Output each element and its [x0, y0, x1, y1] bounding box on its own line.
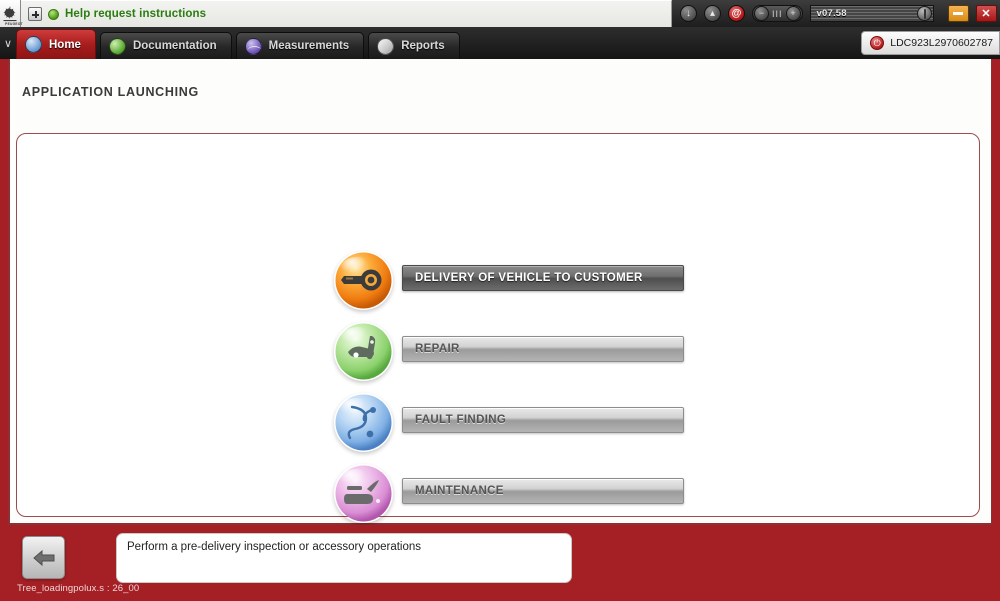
- menu-item-maintenance[interactable]: MAINTENANCE: [334, 464, 684, 523]
- green-wrench-orb-icon[interactable]: [334, 322, 393, 381]
- page-next-button[interactable]: +: [785, 6, 801, 21]
- launcher-panel: DELIVERY OF VEHICLE TO CUSTOMER REPAIR F…: [16, 133, 980, 522]
- toolbar: ↓ ▴ @ − III + v07.58 ✕: [672, 0, 1000, 27]
- close-icon: ✕: [981, 8, 991, 20]
- tab-reports-label: Reports: [401, 40, 445, 52]
- document-green-icon: [107, 36, 128, 56]
- minimize-button[interactable]: [947, 5, 969, 22]
- menu-label-repair: REPAIR: [415, 343, 460, 355]
- application-window: PEUGEOT Help request instructions ↓ ▴ @ …: [0, 0, 1000, 601]
- tab-documentation-label: Documentation: [132, 40, 217, 52]
- peugeot-lion-logo: PEUGEOT: [0, 0, 23, 27]
- menu-bar-fault-finding[interactable]: FAULT FINDING: [402, 407, 684, 433]
- hint-text-box: Perform a pre-delivery inspection or acc…: [116, 533, 572, 583]
- title-bar: PEUGEOT Help request instructions ↓ ▴ @ …: [0, 0, 1000, 27]
- page-title: APPLICATION LAUNCHING: [22, 85, 199, 99]
- version-slider[interactable]: v07.58: [809, 5, 934, 22]
- download-arrow-icon[interactable]: ↓: [680, 5, 697, 22]
- tab-measurements-label: Measurements: [268, 40, 350, 52]
- menu-bar-repair[interactable]: REPAIR: [402, 336, 684, 362]
- flame-icon[interactable]: ▴: [704, 5, 721, 22]
- at-icon[interactable]: @: [728, 5, 745, 22]
- tab-measurements[interactable]: Measurements: [235, 32, 365, 59]
- blue-stethoscope-orb-icon[interactable]: [334, 393, 393, 452]
- footer-bar: Perform a pre-delivery inspection or acc…: [0, 525, 1000, 601]
- vehicle-vin-label: LDC923L2970602787: [890, 37, 993, 49]
- orange-key-orb-icon[interactable]: [334, 251, 393, 310]
- green-status-dot-icon: [48, 8, 59, 20]
- menu-label-maintenance: MAINTENANCE: [415, 485, 504, 497]
- page-prev-button[interactable]: −: [754, 6, 769, 21]
- close-button[interactable]: ✕: [975, 5, 997, 22]
- status-text: Tree_loadingpolux.s : 26_00: [17, 583, 140, 594]
- menu-bar-maintenance[interactable]: MAINTENANCE: [402, 478, 684, 504]
- menu-item-fault-finding[interactable]: FAULT FINDING: [334, 393, 684, 452]
- purple-oilcan-orb-icon[interactable]: [334, 464, 393, 523]
- menu-label-fault-finding: FAULT FINDING: [415, 414, 507, 426]
- menu-item-repair[interactable]: REPAIR: [334, 322, 684, 381]
- page-navigator[interactable]: − III +: [752, 5, 803, 22]
- menu-label-delivery: DELIVERY OF VEHICLE TO CUSTOMER: [415, 272, 643, 284]
- brand-wordmark: PEUGEOT: [5, 22, 23, 26]
- waveform-icon: [244, 37, 262, 55]
- menu-bar-delivery[interactable]: DELIVERY OF VEHICLE TO CUSTOMER: [402, 265, 684, 291]
- help-request-label: Help request instructions: [65, 8, 207, 20]
- tab-reports[interactable]: Reports: [368, 32, 460, 59]
- back-arrow-icon: [32, 549, 54, 566]
- back-button[interactable]: [22, 536, 65, 579]
- tab-bar: ∨ Home Documentation Measurements Report…: [0, 27, 1000, 59]
- page-indicator: III: [772, 8, 783, 19]
- tab-home[interactable]: Home: [16, 29, 96, 59]
- home-globe-icon: [25, 36, 42, 53]
- version-label: v07.58: [816, 8, 847, 19]
- chevron-down-icon[interactable]: ∨: [0, 27, 16, 59]
- help-request-bar[interactable]: Help request instructions: [21, 0, 672, 27]
- tab-documentation[interactable]: Documentation: [99, 32, 232, 59]
- application-menu: DELIVERY OF VEHICLE TO CUSTOMER REPAIR F…: [334, 251, 684, 523]
- menu-item-delivery[interactable]: DELIVERY OF VEHICLE TO CUSTOMER: [334, 251, 684, 310]
- hint-text: Perform a pre-delivery inspection or acc…: [127, 541, 422, 553]
- minimize-glyph-icon: [953, 12, 964, 15]
- power-icon[interactable]: ⏻: [870, 36, 885, 50]
- vehicle-vin-chip[interactable]: ⏻ LDC923L2970602787: [861, 31, 1000, 55]
- content-area: APPLICATION LAUNCHING DELIVERY OF VEHICL…: [8, 59, 992, 525]
- plus-box-icon[interactable]: [28, 7, 42, 21]
- tab-home-label: Home: [49, 38, 81, 51]
- slider-knob-icon[interactable]: [916, 6, 932, 21]
- report-page-icon: [377, 37, 395, 55]
